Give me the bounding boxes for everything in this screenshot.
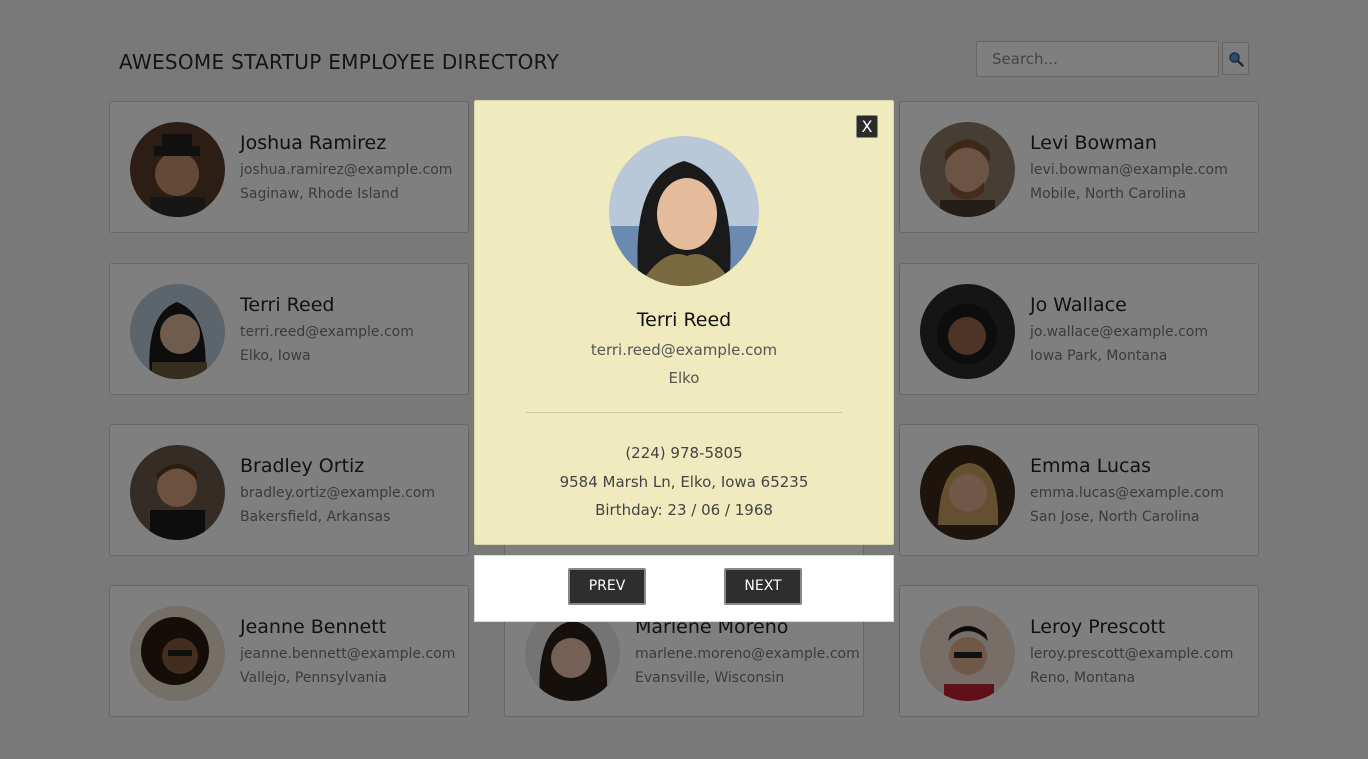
- close-button[interactable]: X: [856, 115, 878, 138]
- prev-button[interactable]: PREV: [568, 568, 646, 605]
- modal-address: 9584 Marsh Ln, Elko, Iowa 65235: [559, 473, 809, 491]
- modal-email: terri.reed@example.com: [590, 341, 778, 359]
- next-button[interactable]: NEXT: [724, 568, 802, 605]
- modal-avatar: [609, 136, 759, 286]
- modal-divider: [526, 412, 842, 413]
- modal-phone: (224) 978-5805: [625, 444, 743, 462]
- modal-city: Elko: [668, 369, 700, 387]
- modal-birthday: Birthday: 23 / 06 / 1968: [595, 501, 773, 519]
- employee-modal: X Terri Reed terri.reed@example.com Elko…: [474, 100, 894, 545]
- modal-name: Terri Reed: [636, 309, 732, 331]
- modal-nav-bar: PREV NEXT: [474, 555, 894, 622]
